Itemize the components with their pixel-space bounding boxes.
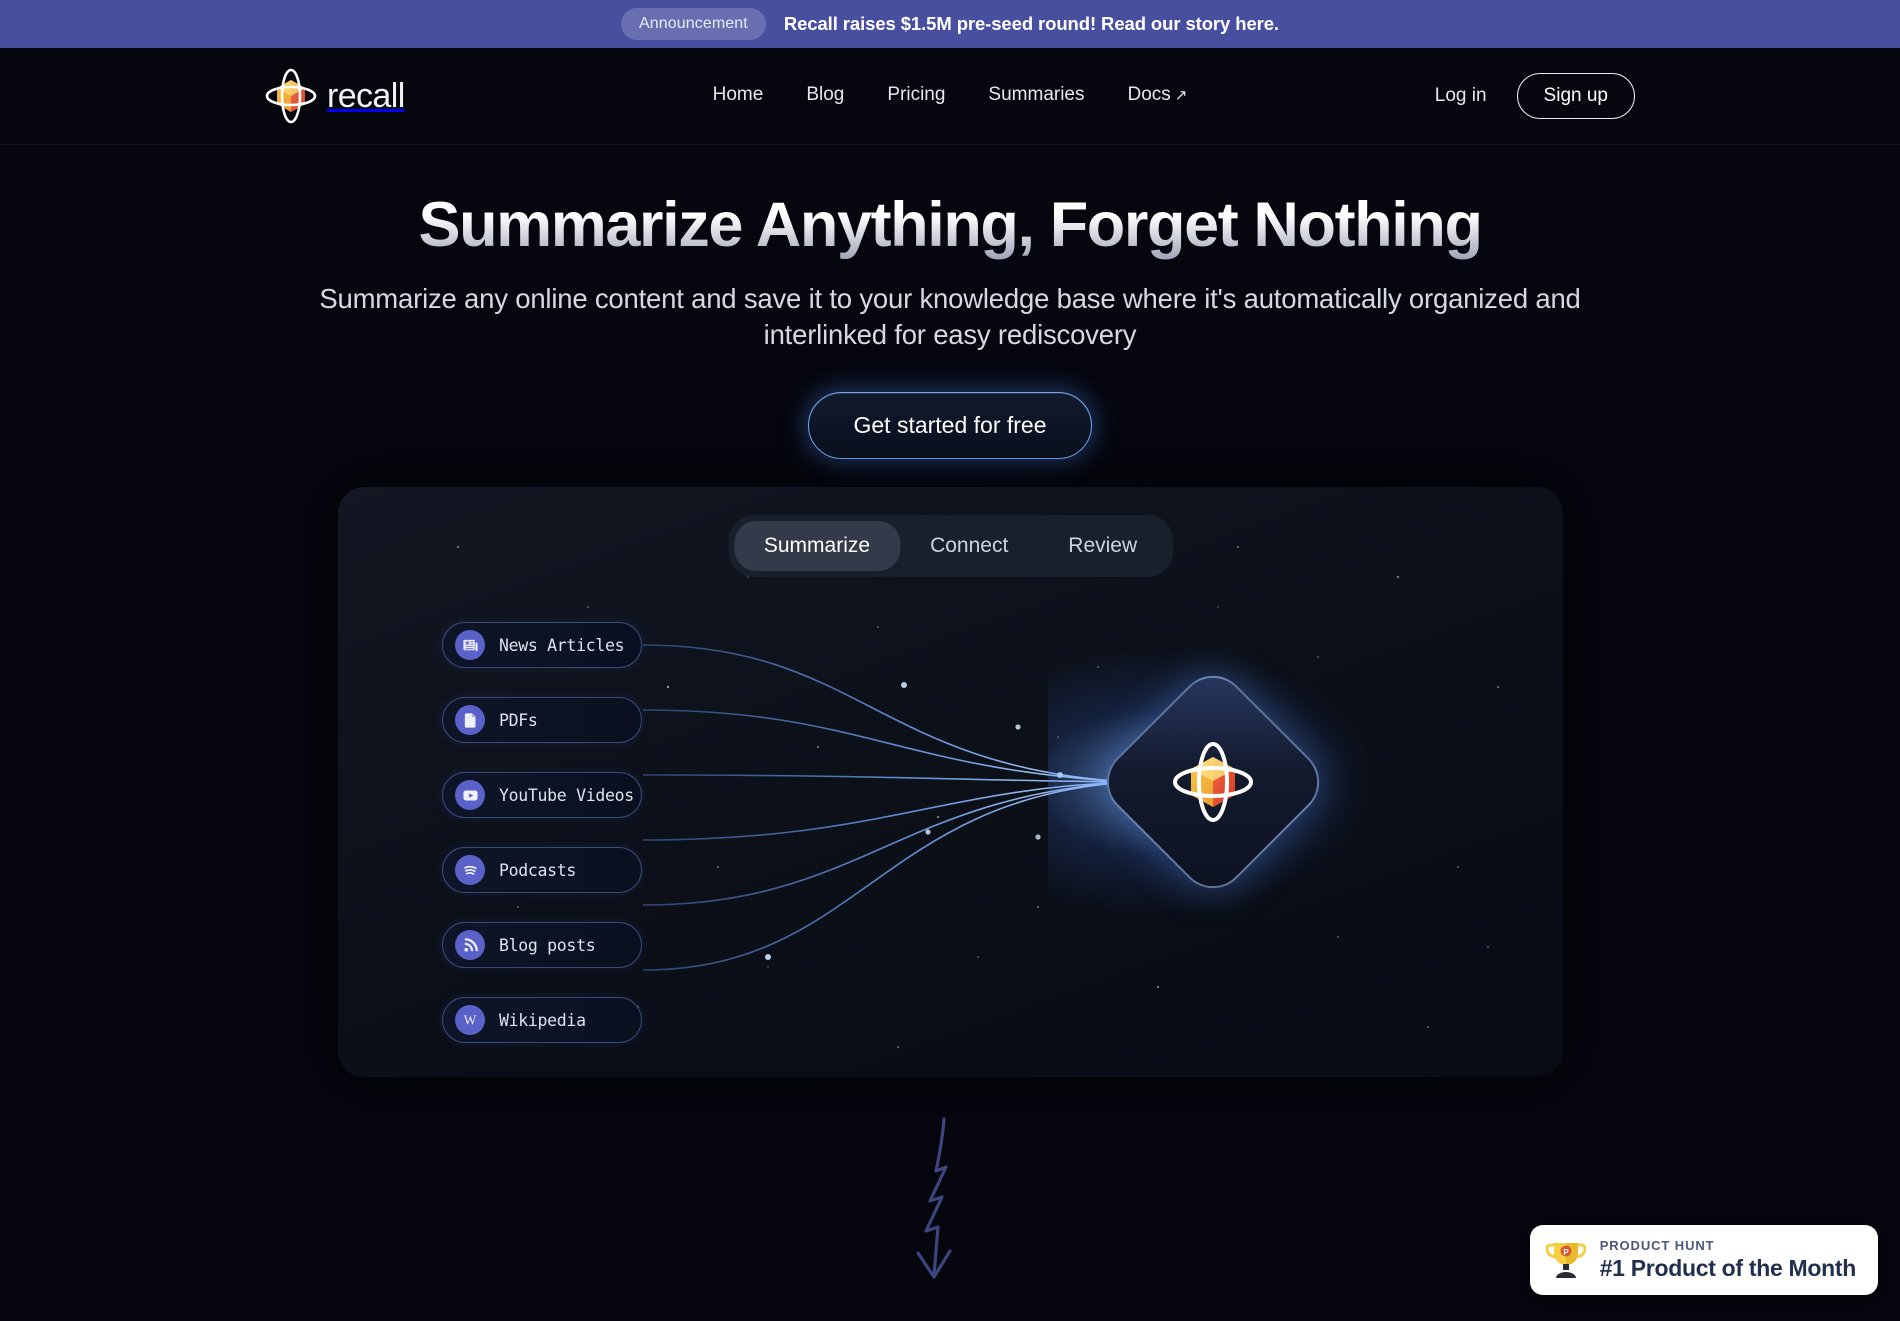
- svg-text:W: W: [464, 1013, 477, 1028]
- hero-section: Summarize Anything, Forget Nothing Summa…: [0, 145, 1900, 460]
- source-pill-label: Podcasts: [499, 860, 577, 880]
- spotify-podcast-icon: [455, 855, 485, 885]
- brand-name: recall: [327, 76, 405, 115]
- svg-text:P: P: [1563, 1248, 1569, 1257]
- tab-summarize[interactable]: Summarize: [733, 521, 901, 571]
- product-hunt-kicker: PRODUCT HUNT: [1599, 1238, 1715, 1253]
- youtube-play-icon: [455, 780, 485, 810]
- source-pill-label: PDFs: [499, 710, 538, 730]
- rss-feed-icon: [455, 930, 485, 960]
- primary-nav: Home Blog Pricing Summaries Docs ↗: [713, 84, 1188, 106]
- announcement-bar[interactable]: Announcement Recall raises $1.5M pre-see…: [0, 0, 1900, 48]
- source-pill-list: News Articles PDFs YouTube Videos Podcas…: [442, 622, 642, 1043]
- auth-actions: Log in Sign up: [1435, 73, 1635, 119]
- source-pill-podcasts[interactable]: Podcasts: [442, 847, 642, 893]
- page-title: Summarize Anything, Forget Nothing: [0, 190, 1900, 261]
- tab-review[interactable]: Review: [1038, 521, 1167, 571]
- login-link[interactable]: Log in: [1435, 85, 1487, 107]
- newspaper-icon: [455, 630, 485, 660]
- external-link-arrow-icon: ↗: [1174, 87, 1188, 104]
- announcement-message[interactable]: Recall raises $1.5M pre-seed round! Read…: [784, 13, 1279, 35]
- nav-item-docs[interactable]: Docs ↗: [1128, 84, 1188, 106]
- nav-item-home[interactable]: Home: [713, 84, 764, 106]
- signup-button[interactable]: Sign up: [1516, 73, 1635, 119]
- brand-logo-link[interactable]: recall: [265, 68, 405, 124]
- source-pill-youtube-videos[interactable]: YouTube Videos: [442, 772, 642, 818]
- product-hunt-title: #1 Product of the Month: [1599, 1255, 1857, 1281]
- get-started-button[interactable]: Get started for free: [808, 392, 1092, 460]
- site-header: recall Home Blog Pricing Summaries Docs ↗…: [0, 48, 1900, 145]
- demo-card: Summarize Connect Review News Articles P…: [338, 487, 1563, 1077]
- wikipedia-w-icon: W: [455, 1005, 485, 1035]
- product-hunt-text: PRODUCT HUNT #1 Product of the Month: [1599, 1238, 1857, 1282]
- hero-cta-wrapper: Get started for free: [0, 392, 1900, 460]
- landing-page: Announcement Recall raises $1.5M pre-see…: [0, 0, 1900, 1321]
- hero-subtitle: Summarize any online content and save it…: [319, 282, 1581, 351]
- source-pill-pdfs[interactable]: PDFs: [442, 697, 642, 743]
- announcement-badge: Announcement: [621, 8, 766, 40]
- pdf-document-icon: [455, 705, 485, 735]
- source-pill-news-articles[interactable]: News Articles: [442, 622, 642, 668]
- product-hunt-badge[interactable]: P PRODUCT HUNT #1 Product of the Month: [1529, 1225, 1878, 1295]
- recall-orbit-cube-logo-icon: [265, 68, 317, 124]
- source-pill-label: YouTube Videos: [499, 785, 634, 805]
- zigzag-down-arrow-icon: [900, 1115, 980, 1290]
- nav-item-blog[interactable]: Blog: [806, 84, 844, 106]
- tab-connect[interactable]: Connect: [900, 521, 1038, 571]
- source-pill-blog-posts[interactable]: Blog posts: [442, 922, 642, 968]
- nav-item-pricing[interactable]: Pricing: [887, 84, 945, 106]
- knowledge-base-target: [1048, 647, 1378, 917]
- source-pill-label: Blog posts: [499, 935, 596, 955]
- demo-tabs: Summarize Connect Review: [727, 515, 1174, 577]
- source-pill-label: News Articles: [499, 635, 625, 655]
- trophy-icon: P: [1545, 1239, 1587, 1281]
- source-pill-label: Wikipedia: [499, 1010, 586, 1030]
- source-pill-wikipedia[interactable]: W Wikipedia: [442, 997, 642, 1043]
- nav-item-summaries[interactable]: Summaries: [988, 84, 1084, 106]
- recall-orbit-cube-diamond-icon: [1170, 739, 1256, 825]
